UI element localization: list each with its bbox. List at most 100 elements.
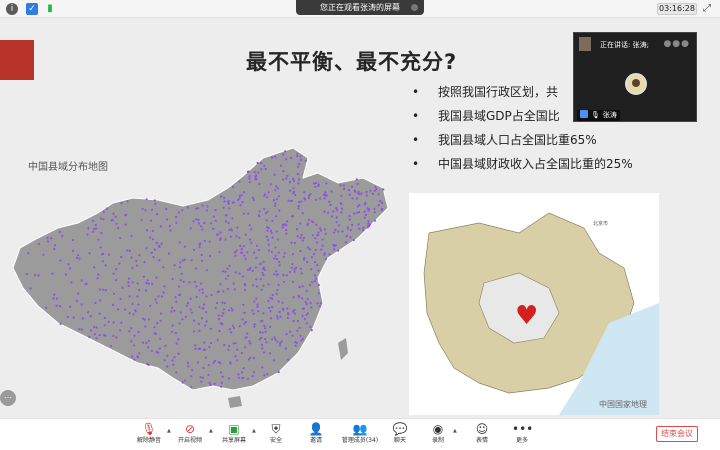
county-dot <box>266 226 269 229</box>
county-dot <box>253 171 256 174</box>
county-dot <box>297 178 301 181</box>
county-dot <box>286 174 289 177</box>
county-dot <box>233 288 236 291</box>
county-dot <box>292 179 296 183</box>
members-icon: 👥 <box>352 422 368 436</box>
county-dot <box>115 336 118 339</box>
county-dot <box>298 286 301 289</box>
tile-menu-icon[interactable]: ●●● <box>663 39 690 49</box>
invite-icon: 👤 <box>308 422 324 436</box>
county-dot <box>115 268 118 271</box>
county-dot <box>208 346 211 349</box>
county-dot <box>280 340 283 343</box>
county-dot <box>194 344 197 347</box>
county-dot <box>305 289 308 292</box>
shield-icon[interactable]: ✓ <box>26 3 38 15</box>
county-dot <box>275 215 278 218</box>
end-meeting-button[interactable]: 结束会议 <box>656 426 698 442</box>
county-dot <box>292 187 295 190</box>
manage-members-button[interactable]: 👥 管理成员(34) <box>340 422 380 450</box>
county-dot <box>167 252 170 255</box>
county-dot <box>175 371 178 374</box>
county-dot <box>214 307 217 310</box>
county-dot <box>155 350 158 353</box>
county-dot <box>153 199 156 202</box>
county-dot <box>242 212 245 215</box>
bullet-item: 我国县域人口占全国比重65% <box>412 128 712 152</box>
county-dot <box>170 310 173 313</box>
start-video-button[interactable]: ⊘ 开启视频 <box>176 422 204 450</box>
speaker-thumbnail <box>579 37 591 51</box>
county-dot <box>264 337 267 341</box>
county-dot <box>257 310 260 313</box>
county-dot <box>297 204 300 208</box>
county-dot <box>155 276 158 279</box>
unmute-button[interactable]: 🎙 解除静音 <box>136 422 162 450</box>
county-dot <box>300 339 303 342</box>
county-dot <box>240 371 244 374</box>
county-dot <box>264 327 267 330</box>
county-dot <box>217 361 221 364</box>
info-icon[interactable]: i <box>6 3 18 15</box>
mic-options-caret-icon[interactable]: ▲ <box>167 428 171 434</box>
county-dot <box>123 308 127 311</box>
county-dot <box>230 331 233 334</box>
county-dot <box>276 315 279 318</box>
county-dot <box>104 264 107 267</box>
emoji-icon: ☺ <box>475 422 489 436</box>
signal-icon[interactable]: ▮ <box>44 3 56 15</box>
county-dot <box>71 249 75 252</box>
county-dot <box>155 241 158 245</box>
county-dot <box>274 204 277 207</box>
county-dot <box>205 269 208 272</box>
county-dot <box>319 197 322 200</box>
screen-share-banner[interactable]: 您正在观看张涛的屏幕 <box>296 0 424 15</box>
speaking-indicator: 正在讲话: 张涛; <box>600 41 649 49</box>
county-dot <box>317 233 320 236</box>
share-options-caret-icon[interactable]: ▲ <box>252 428 256 434</box>
active-speaker-tile[interactable]: 正在讲话: 张涛; ●●● 🎙 张涛 <box>573 32 697 122</box>
record-button[interactable]: ◉ 录制 <box>428 422 448 450</box>
county-dot <box>279 315 282 318</box>
county-dot <box>323 228 327 231</box>
county-dot <box>363 210 366 213</box>
county-dot <box>293 312 296 315</box>
county-dot <box>174 296 177 299</box>
county-dot <box>173 356 176 359</box>
county-dot <box>290 199 293 203</box>
county-dot <box>284 347 287 350</box>
county-dot <box>171 277 174 281</box>
county-dot <box>98 299 102 302</box>
more-button[interactable]: ••• 更多 <box>512 422 533 450</box>
security-button[interactable]: ⛨ 安全 <box>266 422 286 450</box>
invite-button[interactable]: 👤 邀请 <box>306 422 326 450</box>
toolbar-label: 邀请 <box>309 437 322 444</box>
county-dot <box>203 303 206 306</box>
county-dot <box>312 253 315 256</box>
county-dot <box>321 238 324 241</box>
county-dot <box>227 309 230 312</box>
county-dot <box>146 279 149 282</box>
reactions-button[interactable]: ☺ 表情 <box>472 422 492 450</box>
video-options-caret-icon[interactable]: ▲ <box>209 428 213 434</box>
county-dot <box>267 191 270 194</box>
county-dot <box>196 361 199 364</box>
county-dot <box>241 201 244 204</box>
county-dot <box>228 328 231 331</box>
county-dot <box>229 362 232 365</box>
county-dot <box>323 197 326 200</box>
county-dot <box>133 358 136 361</box>
slide-options-icon[interactable]: ⋯ <box>0 390 16 406</box>
share-screen-button[interactable]: ▣ 共享屏幕 <box>220 422 248 450</box>
county-dot <box>222 290 225 293</box>
county-dot <box>316 302 319 305</box>
county-dot <box>198 243 201 246</box>
county-dot <box>200 282 203 285</box>
county-dot <box>267 249 271 252</box>
record-options-caret-icon[interactable]: ▲ <box>453 428 457 434</box>
county-dot <box>98 312 101 315</box>
banner-options-icon[interactable] <box>411 4 418 11</box>
county-dot <box>171 306 174 309</box>
fullscreen-icon[interactable]: ⤢ <box>703 3 714 14</box>
chat-button[interactable]: 💬 聊天 <box>390 422 410 450</box>
